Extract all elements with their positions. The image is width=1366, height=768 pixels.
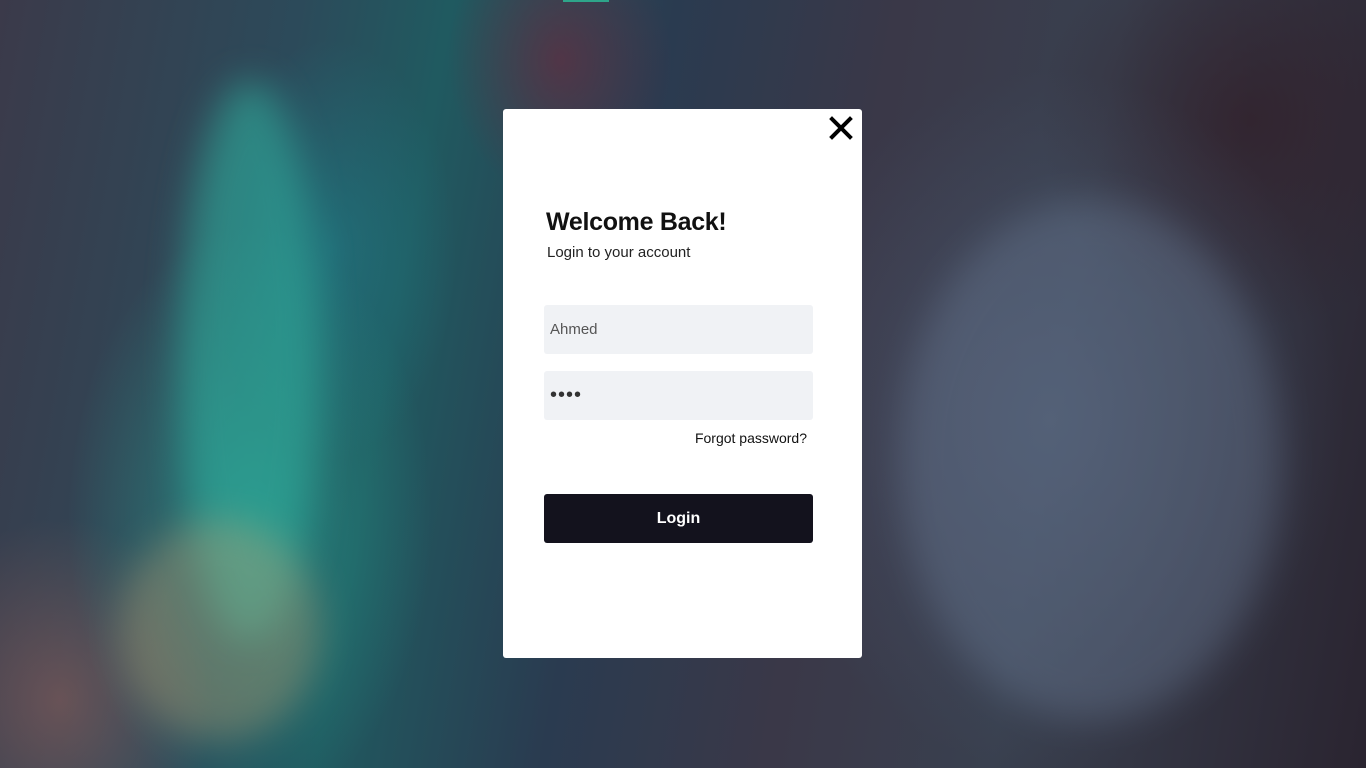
- close-button[interactable]: [828, 115, 854, 141]
- forgot-password-link[interactable]: Forgot password?: [695, 430, 807, 446]
- background-streak: [900, 200, 1280, 720]
- close-icon: [829, 116, 853, 140]
- login-button[interactable]: Login: [544, 494, 813, 543]
- page-subtitle: Login to your account: [547, 244, 691, 261]
- login-modal: Welcome Back! Login to your account Forg…: [503, 109, 862, 658]
- page-title: Welcome Back!: [546, 208, 727, 236]
- top-accent-bar: [563, 0, 609, 2]
- username-input[interactable]: [544, 305, 813, 354]
- background-streak: [120, 520, 320, 740]
- password-input[interactable]: [544, 371, 813, 420]
